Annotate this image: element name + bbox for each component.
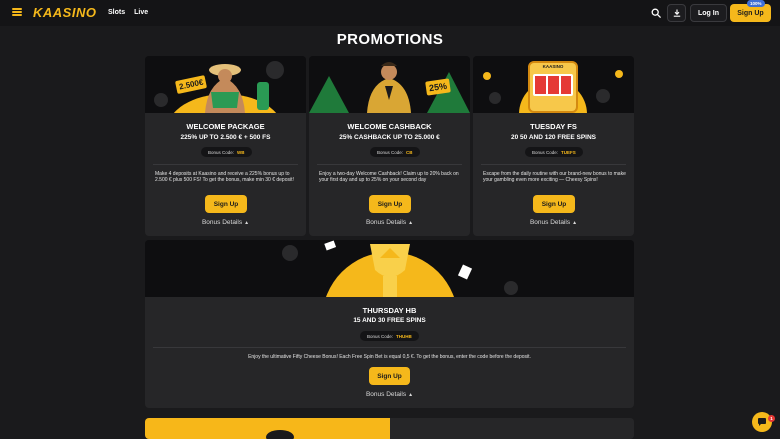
- promo-hero-image: [145, 418, 390, 439]
- hamburger-menu-icon[interactable]: [12, 8, 22, 16]
- bonus-details-label: Bonus Details: [365, 391, 407, 398]
- promo-card-tuesday-fs: KAASINO TUESDAY FS 20 50 AND 120 FREE SP…: [473, 56, 634, 236]
- nav-live[interactable]: Live: [134, 9, 148, 16]
- promo-title: THURSDAY HB: [362, 306, 417, 315]
- promo-card-panel: [390, 418, 634, 439]
- divider: [153, 164, 298, 165]
- bonus-code-value: TUEFS: [561, 149, 576, 155]
- chevron-up-icon: ▲: [408, 392, 414, 398]
- promo-card-welcome-package: 2.500€ WELCOME PACKAGE 225% UP TO 2.500 …: [145, 56, 306, 236]
- bonus-code-label: Bonus Code:: [208, 149, 235, 155]
- promo-subtitle: 15 AND 30 FREE SPINS: [353, 317, 426, 324]
- search-icon[interactable]: [651, 8, 661, 18]
- promo-description: Enjoy the ultimative Fifty Cheese Bonus!…: [248, 354, 531, 360]
- promo-signup-button[interactable]: Sign Up: [369, 367, 410, 385]
- chevron-up-icon: ▲: [408, 220, 414, 226]
- character-head-shape: [266, 430, 294, 439]
- promo-signup-button[interactable]: Sign Up: [369, 195, 411, 213]
- chat-unread-badge: 1: [768, 415, 775, 422]
- promo-title: WELCOME PACKAGE: [186, 122, 265, 131]
- bonus-code-value: CB: [406, 149, 413, 155]
- promo-subtitle: 25% CASHBACK UP TO 25.000 €: [339, 134, 440, 141]
- bonus-details-toggle[interactable]: Bonus Details ▲: [473, 219, 634, 226]
- promo-title: WELCOME CASHBACK: [347, 122, 432, 131]
- download-icon: [673, 9, 680, 17]
- bonus-code-pill: Bonus Code: THUHB: [360, 331, 419, 341]
- promo-description: Enjoy a two-day Welcome Cashback! Claim …: [319, 171, 459, 184]
- chevron-up-icon: ▲: [572, 220, 578, 226]
- chat-icon: [758, 418, 766, 426]
- main-nav: Slots Live: [108, 9, 148, 16]
- top-bar: KAASINO Slots Live Log In Sign Up 100%: [0, 0, 780, 26]
- bonus-details-label: Bonus Details: [529, 219, 571, 226]
- promo-card-partial: [145, 418, 634, 439]
- promo-subtitle: 20 50 AND 120 FREE SPINS: [510, 134, 597, 141]
- divider: [481, 164, 626, 165]
- bonus-code-value: THUHB: [396, 333, 412, 339]
- promo-signup-button[interactable]: Sign Up: [533, 195, 575, 213]
- kaasino-logo[interactable]: KAASINO: [33, 5, 96, 20]
- bonus-percent-badge: 100%: [747, 0, 765, 7]
- bonus-details-toggle[interactable]: Bonus Details ▲: [145, 391, 634, 398]
- promo-hero-image: 25%: [309, 56, 470, 113]
- bonus-details-toggle[interactable]: Bonus Details ▲: [309, 219, 470, 226]
- page-title: PROMOTIONS: [336, 31, 444, 48]
- bonus-code-label: Bonus Code:: [377, 149, 404, 155]
- promo-card-welcome-cashback: 25% WELCOME CASHBACK 25% CASHBACK UP TO …: [309, 56, 470, 236]
- logo-text: KAASINO: [33, 5, 97, 20]
- promo-hero-image: KAASINO: [473, 56, 634, 113]
- promo-description: Make 4 deposits at Kaasino and receive a…: [155, 171, 294, 184]
- divider: [153, 347, 626, 348]
- promo-hero-image: 2.500€: [145, 56, 306, 113]
- promo-title: TUESDAY FS: [530, 122, 577, 131]
- nav-slots[interactable]: Slots: [108, 9, 125, 16]
- divider: [317, 164, 462, 165]
- bonus-details-label: Bonus Details: [201, 219, 243, 226]
- download-app-button[interactable]: [667, 4, 686, 22]
- bonus-details-toggle[interactable]: Bonus Details ▲: [145, 219, 306, 226]
- login-button[interactable]: Log In: [690, 4, 727, 22]
- slot-machine-label: KAASINO: [542, 64, 564, 69]
- bonus-code-label: Bonus Code:: [532, 149, 559, 155]
- bonus-code-value: WB: [237, 149, 245, 155]
- bonus-code-label: Bonus Code:: [367, 333, 394, 339]
- promo-description: Escape from the daily routine with our b…: [483, 171, 626, 184]
- promo-signup-button[interactable]: Sign Up: [205, 195, 247, 213]
- promo-subtitle: 225% UP TO 2.500 € + 500 FS: [180, 134, 271, 141]
- bonus-code-pill: Bonus Code: CB: [370, 147, 420, 157]
- promo-hero-image: [145, 240, 634, 297]
- chevron-up-icon: ▲: [244, 220, 250, 226]
- promo-card-thursday-hb: THURSDAY HB 15 AND 30 FREE SPINS Bonus C…: [145, 240, 634, 408]
- bonus-details-label: Bonus Details: [365, 219, 407, 226]
- bonus-code-pill: Bonus Code: TUEFS: [525, 147, 583, 157]
- bonus-code-pill: Bonus Code: WB: [201, 147, 252, 157]
